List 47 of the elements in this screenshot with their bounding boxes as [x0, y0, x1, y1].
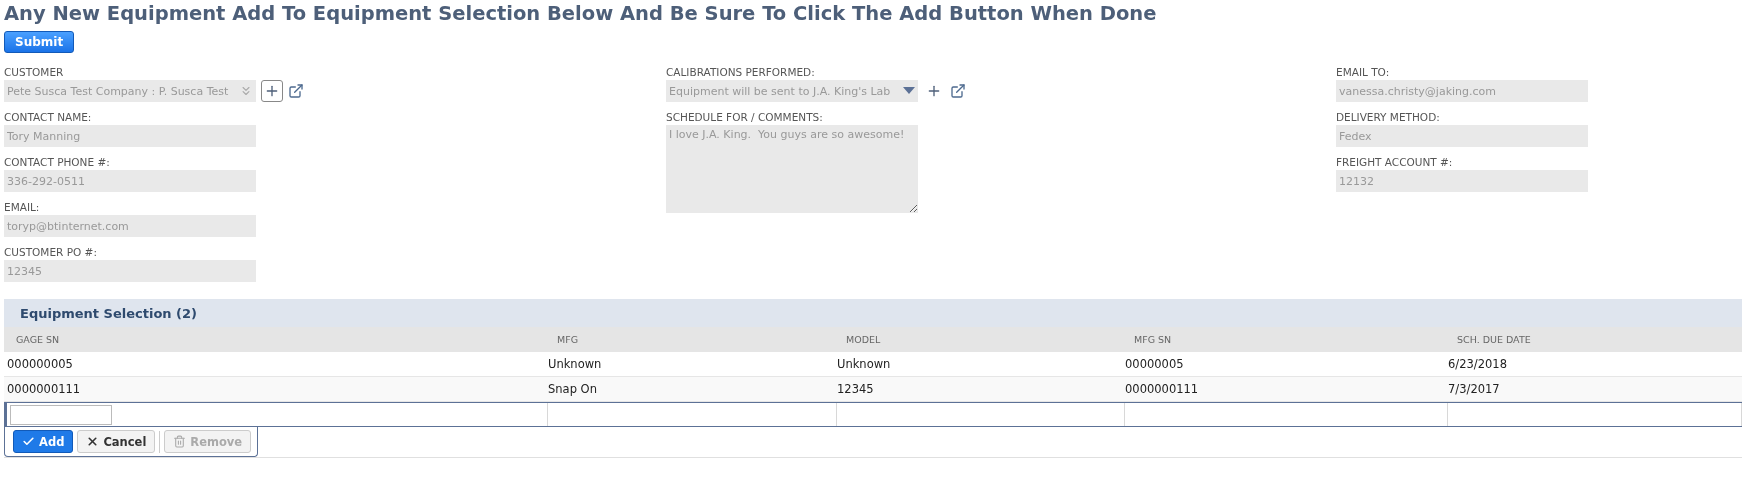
plus-icon: [926, 83, 942, 99]
external-link-icon: [950, 83, 966, 99]
open-link-button[interactable]: [950, 83, 966, 99]
add-button[interactable]: Add: [13, 430, 74, 453]
column-header: MFG: [545, 327, 834, 352]
table-cell: 12345: [834, 377, 1122, 402]
input-field[interactable]: [10, 404, 112, 425]
input-field[interactable]: toryp@btinternet.com: [4, 215, 256, 237]
field-label: CONTACT NAME:: [4, 110, 93, 124]
field-label: EMAIL:: [4, 200, 41, 214]
table-cell: 7/3/2017: [1445, 377, 1742, 402]
field-label: CUSTOMER: [4, 65, 65, 79]
column-header: SCH. DUE DATE: [1445, 327, 1742, 352]
input-field[interactable]: 336-292-0511: [4, 170, 256, 192]
field-label: CONTACT PHONE #:: [4, 155, 111, 169]
input-field[interactable]: Fedex: [1336, 125, 1588, 147]
caret-icon: [903, 87, 915, 95]
check-icon: [22, 435, 35, 448]
table-cell: 0000000111: [4, 377, 545, 402]
field-label: CUSTOMER PO #:: [4, 245, 98, 259]
column-header: MODEL: [834, 327, 1122, 352]
open-link-button[interactable]: [288, 83, 304, 99]
select-field[interactable]: Equipment will be sent to J.A. King's Lab: [666, 80, 918, 102]
chevrons-down-icon: [239, 84, 253, 98]
input-field[interactable]: vanessa.christy@jaking.com: [1336, 80, 1588, 102]
table-cell: Snap On: [545, 377, 834, 402]
column-header: GAGE SN: [4, 327, 545, 352]
field-label: DELIVERY METHOD:: [1336, 110, 1441, 124]
input-field[interactable]: 12345: [4, 260, 256, 282]
input-field[interactable]: Tory Manning: [4, 125, 256, 147]
section-header: Equipment Selection (2): [4, 299, 1742, 327]
table-cell: 0000000111: [1122, 377, 1445, 402]
comments-field[interactable]: I love J.A. King. You guys are so awesome!: [666, 125, 918, 213]
add-button[interactable]: [261, 80, 283, 102]
plus-icon: [264, 83, 280, 99]
field-label: CALIBRATIONS PERFORMED:: [666, 65, 816, 79]
page-title: Any New Equipment Add To Equipment Selection Below And Be Sure To Click The Add Button When Done: [4, 2, 1158, 25]
submit-button[interactable]: Submit: [4, 31, 75, 53]
field-label: EMAIL TO:: [1336, 65, 1391, 79]
trash-icon: [173, 435, 187, 448]
input-field[interactable]: 12132: [1336, 170, 1588, 192]
cancel-button[interactable]: Cancel: [77, 430, 156, 453]
column-header: MFG SN: [1122, 327, 1445, 352]
select-field[interactable]: Pete Susca Test Company : P. Susca Test: [4, 80, 256, 102]
field-label: SCHEDULE FOR / COMMENTS:: [666, 110, 824, 124]
field-label: FREIGHT ACCOUNT #:: [1336, 155, 1454, 169]
external-link-icon: [288, 83, 304, 99]
